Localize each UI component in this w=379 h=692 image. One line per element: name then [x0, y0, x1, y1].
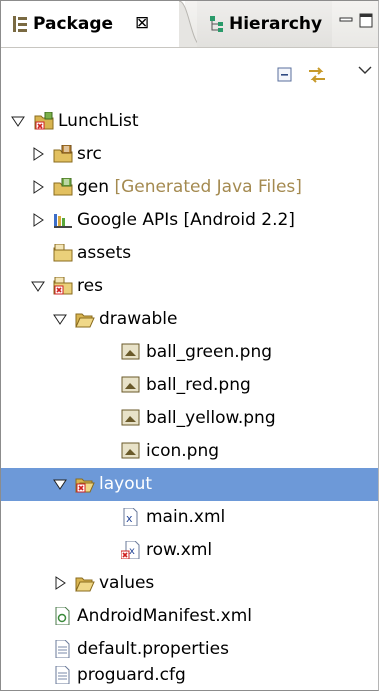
tree-item-label: ball_red.png — [146, 375, 251, 395]
tree-item-label: drawable — [99, 309, 178, 329]
expanded-arrow-icon[interactable] — [31, 279, 45, 293]
tree-item-assets[interactable]: assets — [1, 237, 378, 270]
svg-text:x: x — [126, 512, 133, 525]
minimize-icon[interactable] — [339, 13, 353, 27]
text-file-icon — [55, 666, 70, 684]
view-tab-bar: Package ⊠ Hierarchy — [1, 1, 378, 48]
expanded-arrow-icon[interactable] — [53, 477, 67, 491]
source-folder-icon — [53, 145, 73, 163]
tree-item-android-manifest[interactable]: AndroidManifest.xml — [1, 600, 378, 633]
tree-item-label: AndroidManifest.xml — [77, 606, 253, 626]
tree-item-label: LunchList — [58, 111, 139, 131]
tree-item-proguard-cfg[interactable]: proguard.cfg — [1, 659, 378, 692]
tree-item-ball-green[interactable]: ball_green.png — [1, 336, 378, 369]
image-file-icon — [121, 409, 140, 426]
tree-item-label: src — [77, 144, 102, 164]
close-tab-icon[interactable]: ⊠ — [135, 13, 149, 33]
tree-item-label: proguard.cfg — [77, 665, 186, 685]
tree-item-label: row.xml — [146, 540, 213, 560]
folder-icon — [53, 244, 73, 262]
tree-item-ball-yellow[interactable]: ball_yellow.png — [1, 402, 378, 435]
tree-item-label: icon.png — [146, 441, 220, 461]
tree-item-google-apis[interactable]: Google APIs [Android 2.2] — [1, 204, 378, 237]
tree-item-label: gen — [77, 177, 110, 197]
generated-folder-icon — [53, 178, 73, 196]
collapse-all-icon[interactable] — [277, 67, 293, 83]
tab-package-explorer[interactable]: Package ⊠ — [1, 1, 185, 47]
tree-item-res[interactable]: res — [1, 270, 378, 303]
tree-item-label: ball_yellow.png — [146, 408, 276, 428]
tree-item-label-group: gen [Generated Java Files] — [77, 177, 302, 197]
android-project-icon — [34, 112, 54, 130]
xml-error-file-icon: x — [121, 541, 140, 559]
tree-item-label: ball_green.png — [146, 342, 273, 362]
tree-item-ball-red[interactable]: ball_red.png — [1, 369, 378, 402]
image-file-icon — [121, 343, 140, 360]
xml-file-icon: x — [123, 508, 138, 526]
maximize-icon[interactable] — [359, 13, 373, 29]
text-file-icon — [55, 640, 70, 658]
error-folder-icon — [75, 478, 95, 493]
error-folder-icon — [53, 277, 73, 295]
collapsed-arrow-icon[interactable] — [53, 576, 67, 590]
package-explorer-view: Package ⊠ Hierarchy LunchList src gen [G… — [0, 0, 379, 691]
tree-item-icon-png[interactable]: icon.png — [1, 435, 378, 468]
expanded-arrow-icon[interactable] — [11, 114, 25, 128]
package-explorer-icon — [13, 16, 27, 32]
tree-item-src[interactable]: src — [1, 138, 378, 171]
collapsed-arrow-icon[interactable] — [31, 147, 45, 161]
hierarchy-icon — [210, 16, 223, 32]
tree-item-label: layout — [99, 474, 153, 494]
tab-hierarchy-label: Hierarchy — [229, 14, 323, 34]
tree-item-label: main.xml — [146, 507, 226, 527]
tree-item-lunchlist[interactable]: LunchList — [1, 105, 378, 138]
tree-item-main-xml[interactable]: x main.xml — [1, 501, 378, 534]
image-file-icon — [121, 442, 140, 459]
tree-item-label: values — [99, 573, 155, 593]
tree-item-label: res — [77, 276, 103, 296]
tab-hierarchy[interactable]: Hierarchy — [197, 1, 332, 47]
expanded-arrow-icon[interactable] — [53, 312, 67, 326]
tree-item-drawable[interactable]: drawable — [1, 303, 378, 336]
library-icon — [54, 214, 72, 228]
tree-item-layout[interactable]: layout — [1, 468, 378, 501]
collapsed-arrow-icon[interactable] — [31, 180, 45, 194]
view-menu-icon[interactable] — [358, 65, 372, 75]
image-file-icon — [121, 376, 140, 393]
tree-item-label: Google APIs [Android 2.2] — [77, 210, 295, 230]
tab-package-label: Package — [33, 14, 114, 34]
open-folder-icon — [75, 313, 95, 328]
tree-item-gen[interactable]: gen [Generated Java Files] — [1, 171, 378, 204]
tree-item-label: default.properties — [77, 639, 229, 659]
collapsed-arrow-icon[interactable] — [31, 213, 45, 227]
link-with-editor-icon[interactable] — [307, 65, 327, 85]
tree-item-values[interactable]: values — [1, 567, 378, 600]
tree-item-row-xml[interactable]: x row.xml — [1, 534, 378, 567]
view-toolbar — [1, 48, 378, 94]
tree-item-decoration: [Generated Java Files] — [114, 177, 302, 197]
svg-text:x: x — [129, 546, 135, 557]
manifest-icon — [55, 607, 70, 625]
open-folder-icon — [75, 577, 95, 592]
tree-item-label: assets — [77, 243, 132, 263]
